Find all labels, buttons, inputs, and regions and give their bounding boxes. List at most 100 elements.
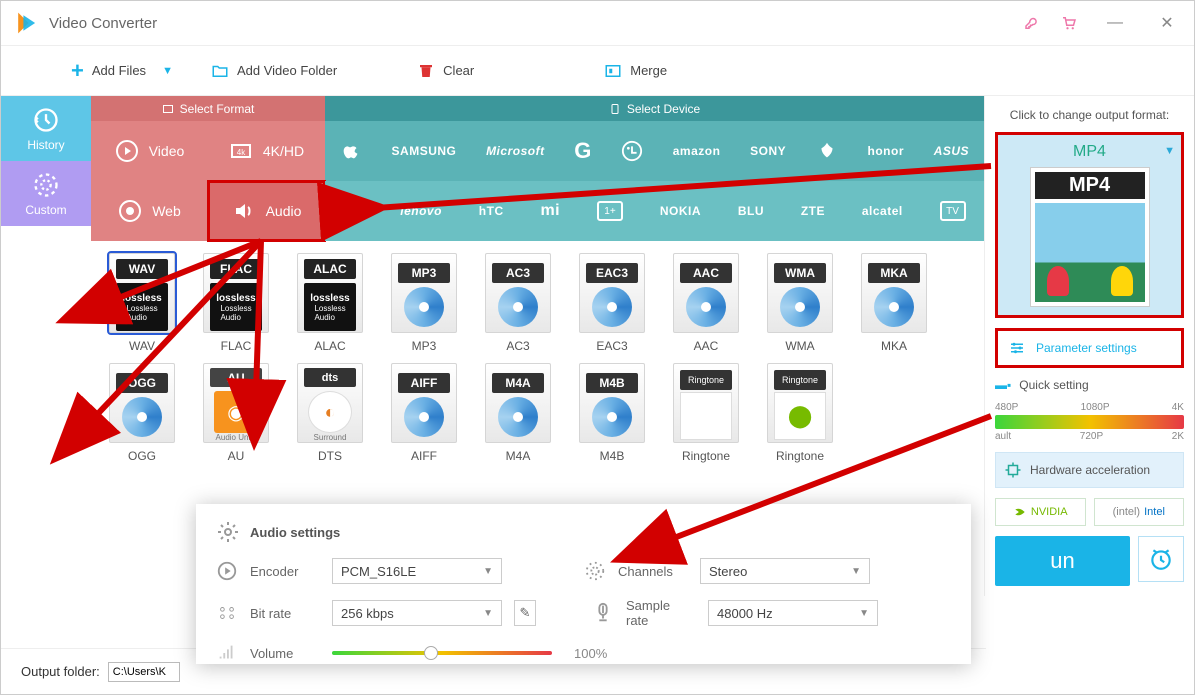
format-label: FLAC [221, 339, 252, 353]
format-ogg[interactable]: OGGOGG [103, 363, 181, 463]
custom-tab[interactable]: Custom [1, 161, 91, 226]
clear-button[interactable]: Clear [405, 56, 486, 86]
bitrate-icon [216, 602, 238, 624]
chip-icon [1004, 461, 1022, 479]
output-format-card[interactable]: MP4 ▼ MP4 [995, 132, 1184, 318]
quality-slider[interactable] [995, 415, 1184, 429]
brand-nokia[interactable]: NOKIA [660, 204, 701, 218]
channels-select[interactable]: Stereo▼ [700, 558, 870, 584]
brand-asus[interactable]: ASUS [934, 144, 969, 158]
volume-slider[interactable] [332, 651, 552, 655]
format-wav[interactable]: WAVlosslessLosslessAudioWAV [103, 253, 181, 353]
format-m4a[interactable]: M4AM4A [479, 363, 557, 463]
category-web[interactable]: Web [91, 181, 208, 241]
add-files-button[interactable]: + Add Files [59, 54, 158, 88]
format-flac[interactable]: FLAClosslessLosslessAudioFLAC [197, 253, 275, 353]
brand-zte[interactable]: ZTE [801, 204, 825, 218]
brand-sony[interactable]: SONY [750, 144, 786, 158]
category-4k[interactable]: 4k 4K/HD [208, 121, 325, 181]
intel-chip[interactable]: (intel) Intel [1094, 498, 1185, 526]
format-label: MP3 [412, 339, 437, 353]
brand-amazon[interactable]: amazon [673, 144, 721, 158]
add-files-dropdown-icon[interactable]: ▼ [162, 65, 173, 77]
format-aac[interactable]: AACAAC [667, 253, 745, 353]
clear-label: Clear [443, 63, 474, 78]
brand-htc[interactable]: hTC [479, 204, 504, 218]
plus-icon: + [71, 60, 84, 82]
history-icon [32, 106, 60, 134]
format-au[interactable]: AU◉Audio UnitsAU [197, 363, 275, 463]
format-eac3[interactable]: EAC3EAC3 [573, 253, 651, 353]
format-ac3[interactable]: AC3AC3 [479, 253, 557, 353]
key-icon[interactable] [1020, 14, 1038, 32]
encoder-select[interactable]: PCM_S16LE▼ [332, 558, 502, 584]
format-ringtone[interactable]: RingtoneRingtone [667, 363, 745, 463]
quality-ticks-bot: ault720P2K [995, 431, 1184, 442]
folder-icon [211, 62, 229, 80]
format-mp3[interactable]: MP3MP3 [385, 253, 463, 353]
category-video[interactable]: Video [91, 121, 208, 181]
chevron-down-icon: ▼ [1164, 145, 1175, 157]
output-folder-label: Output folder: [21, 664, 100, 679]
cart-icon[interactable] [1060, 14, 1078, 32]
output-folder-input[interactable] [108, 662, 180, 682]
play-circle-icon [115, 139, 139, 163]
volume-label: Volume [250, 646, 320, 661]
quick-setting-label: ▬▪ Quick setting [995, 378, 1184, 392]
left-tabs: History Custom [1, 96, 91, 596]
samplerate-select[interactable]: 48000 Hz▼ [708, 600, 878, 626]
merge-icon [604, 62, 622, 80]
device-header-icon [609, 103, 621, 115]
brand-blu[interactable]: BLU [738, 204, 764, 218]
channels-label: Channels [618, 564, 688, 579]
lg-icon[interactable] [621, 140, 643, 162]
select-device-header: Select Device [325, 96, 984, 121]
parameter-settings-button[interactable]: Parameter settings [995, 328, 1184, 368]
nvidia-chip[interactable]: NVIDIA [995, 498, 1086, 526]
right-panel: Click to change output format: MP4 ▼ MP4… [984, 96, 1194, 596]
format-grid: WAVlosslessLosslessAudioWAVFLAClosslessL… [91, 241, 984, 475]
category-audio[interactable]: Audio [208, 181, 325, 241]
trash-icon [417, 62, 435, 80]
brand-google[interactable]: G [574, 138, 591, 164]
bitrate-select[interactable]: 256 kbps▼ [332, 600, 502, 626]
bitrate-edit-button[interactable]: ✎ [514, 600, 536, 626]
format-label: DTS [318, 449, 342, 463]
format-mka[interactable]: MKAMKA [855, 253, 933, 353]
merge-button[interactable]: Merge [592, 56, 679, 86]
format-ringtone[interactable]: Ringtone⬤Ringtone [761, 363, 839, 463]
huawei-icon[interactable] [816, 140, 838, 162]
speaker-icon [232, 199, 256, 223]
google-circle-icon[interactable] [343, 201, 363, 221]
brand-alcatel[interactable]: alcatel [862, 204, 903, 218]
add-folder-button[interactable]: Add Video Folder [199, 56, 349, 86]
format-wma[interactable]: WMAWMA [761, 253, 839, 353]
schedule-button[interactable] [1138, 536, 1184, 582]
select-format-header: Select Format [91, 96, 325, 121]
format-aiff[interactable]: AIFFAIFF [385, 363, 463, 463]
format-m4b[interactable]: M4BM4B [573, 363, 651, 463]
bitrate-label: Bit rate [250, 606, 320, 621]
samplerate-icon [592, 602, 614, 624]
history-tab[interactable]: History [1, 96, 91, 161]
samplerate-label: Sample rate [626, 598, 696, 628]
format-dts[interactable]: dts◐SurroundDTS [291, 363, 369, 463]
apple-icon[interactable] [340, 140, 362, 162]
minimize-button[interactable]: — [1100, 14, 1130, 32]
brand-honor[interactable]: honor [868, 144, 905, 158]
brand-mi[interactable]: mi [540, 202, 560, 220]
add-files-label: Add Files [92, 63, 146, 78]
close-button[interactable]: ✕ [1152, 13, 1182, 33]
device-brands-row1: SAMSUNG Microsoft G amazon SONY honor AS… [325, 121, 984, 181]
brand-oneplus[interactable]: 1+ [597, 201, 623, 221]
brand-lenovo[interactable]: lenovo [400, 204, 442, 218]
gear-hollow-icon [32, 171, 60, 199]
format-label: M4A [506, 449, 531, 463]
brand-samsung[interactable]: SAMSUNG [392, 144, 457, 158]
hardware-accel-button[interactable]: Hardware acceleration [995, 452, 1184, 488]
brand-microsoft[interactable]: Microsoft [486, 144, 545, 158]
format-alac[interactable]: ALAClosslessLosslessAudioALAC [291, 253, 369, 353]
run-button[interactable]: un [995, 536, 1130, 586]
brand-tv[interactable]: TV [940, 201, 966, 221]
format-label: WMA [785, 339, 814, 353]
